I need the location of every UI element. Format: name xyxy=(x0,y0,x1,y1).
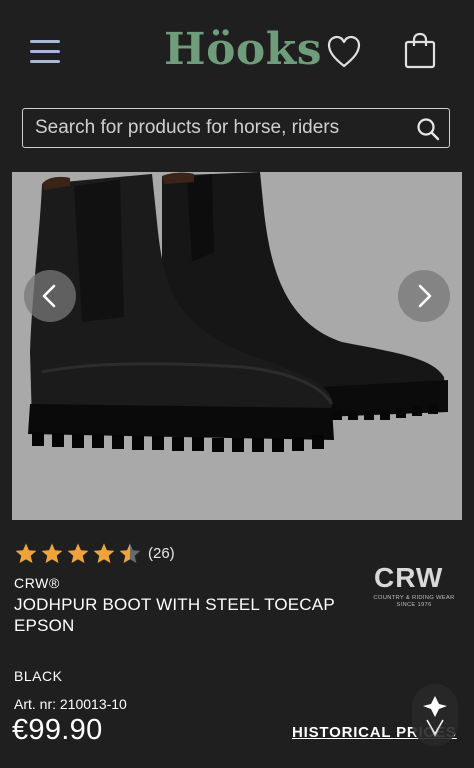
gallery-next-button[interactable] xyxy=(398,270,450,322)
wishlist-button[interactable] xyxy=(326,35,362,69)
product-price: €99.90 xyxy=(12,714,103,746)
site-header: Höoks xyxy=(0,0,474,170)
chevron-left-icon xyxy=(42,284,56,308)
shopping-bag-icon xyxy=(404,32,436,69)
search-icon[interactable] xyxy=(416,117,440,141)
gallery-prev-button[interactable] xyxy=(24,270,76,322)
star-icon xyxy=(15,543,37,563)
product-title: JODHPUR BOOT WITH STEEL TOECAP EPSON xyxy=(14,595,335,635)
product-image-gallery[interactable] xyxy=(12,172,462,520)
star-icon xyxy=(41,543,63,563)
chat-assistant-icon xyxy=(423,696,447,738)
search-input[interactable] xyxy=(35,113,375,143)
star-icon xyxy=(93,543,115,563)
product-brand[interactable]: CRW® xyxy=(14,575,60,591)
brand-logo-subtitle: COUNTRY & RIDING WEAR SINCE 1976 xyxy=(373,595,455,608)
chat-assistant-button[interactable] xyxy=(412,684,458,746)
cart-button[interactable] xyxy=(403,32,437,70)
menu-button[interactable] xyxy=(30,37,62,65)
star-icon xyxy=(67,543,89,563)
article-number: Art. nr: 210013-10 xyxy=(14,696,127,712)
review-count: (26) xyxy=(148,545,175,562)
brand-logo[interactable]: CRW COUNTRY & RIDING WEAR SINCE 1976 xyxy=(370,562,458,614)
product-image xyxy=(28,172,448,452)
site-logo[interactable]: Höoks xyxy=(164,22,322,78)
brand-logo-text: CRW xyxy=(374,562,444,593)
heart-icon xyxy=(327,35,361,68)
star-icon xyxy=(119,543,141,563)
product-color: BLACK xyxy=(14,668,63,684)
hamburger-menu-icon xyxy=(30,40,60,43)
product-rating[interactable]: (26) xyxy=(14,542,214,566)
search-bar xyxy=(22,108,450,148)
chevron-right-icon xyxy=(418,284,432,308)
